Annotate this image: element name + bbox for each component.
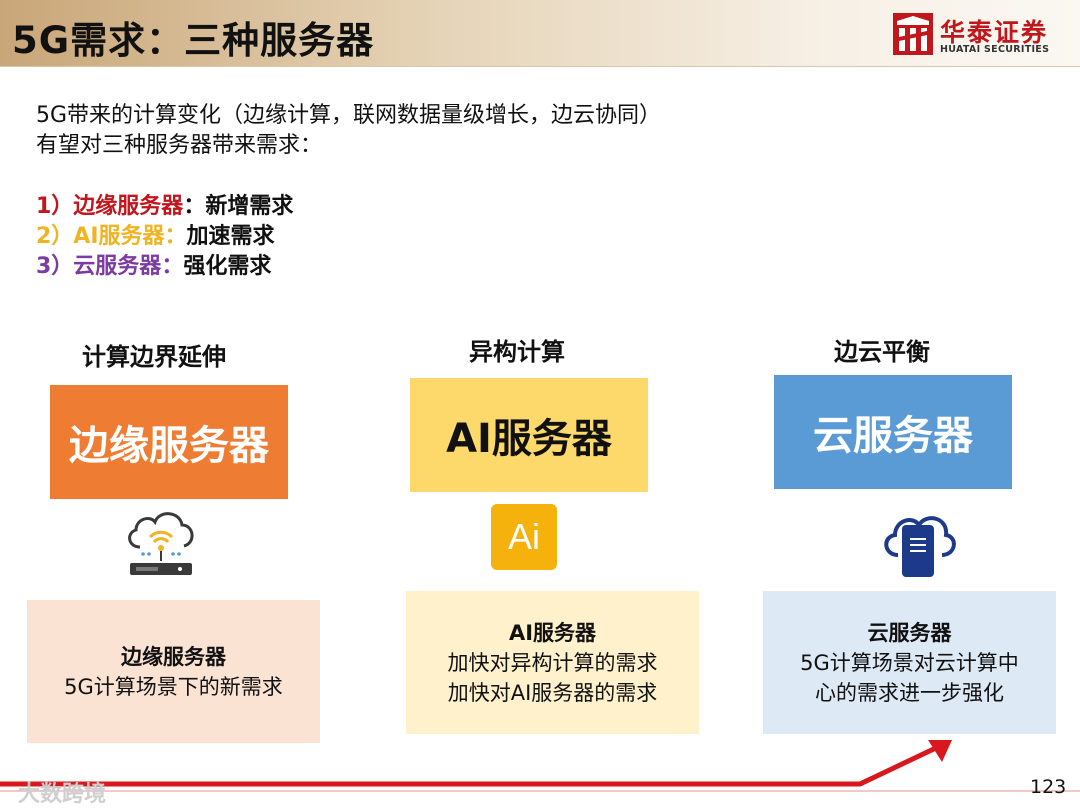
list-item-desc: 新增需求 bbox=[205, 194, 294, 219]
column-heading-heterogeneous: 异构计算 bbox=[469, 338, 565, 366]
edge-server-card: 边缘服务器 5G计算场景下的新需求 bbox=[27, 600, 320, 743]
intro-line-2: 有望对三种服务器带来需求： bbox=[36, 133, 323, 158]
ai-chip-icon: Ai bbox=[491, 504, 557, 570]
list-item: 2）AI服务器：加速需求 bbox=[36, 222, 293, 252]
list-item-label: 2）AI服务器 bbox=[36, 224, 165, 249]
card-line: 心的需求进一步强化 bbox=[815, 680, 1004, 705]
list-item-sep: ： bbox=[161, 254, 184, 279]
card-line: 5G计算场景下的新需求 bbox=[64, 674, 283, 699]
card-title: 云服务器 bbox=[867, 620, 952, 645]
cloud-wifi-server-icon bbox=[128, 512, 194, 575]
list-item-sep: ： bbox=[183, 194, 206, 219]
huatai-logo: 华泰证券 HUATAI SECURITIES bbox=[893, 13, 1063, 57]
header-bar: 5G需求：三种服务器 华泰证券 HUATAI SECURITIES bbox=[0, 0, 1080, 67]
watermark: 大数跨境 bbox=[18, 782, 107, 807]
card-title: AI服务器 bbox=[508, 620, 597, 645]
list-item-sep: ： bbox=[164, 224, 187, 249]
list-item: 1）边缘服务器：新增需求 bbox=[36, 192, 293, 222]
list-item-desc: 强化需求 bbox=[183, 254, 272, 279]
huatai-logo-mark-icon bbox=[893, 13, 933, 55]
card-line: 加快对异构计算的需求 bbox=[447, 650, 658, 675]
list-item: 3）云服务器：强化需求 bbox=[36, 252, 293, 282]
ai-server-box: AI服务器 bbox=[410, 378, 648, 492]
list-item-label: 1）边缘服务器 bbox=[36, 194, 184, 219]
card-line: 加快对AI服务器的需求 bbox=[447, 680, 658, 705]
edge-server-box: 边缘服务器 bbox=[50, 385, 288, 499]
list-item-label: 3）云服务器 bbox=[36, 254, 162, 279]
cloud-server-box: 云服务器 bbox=[774, 375, 1012, 489]
card-title: 边缘服务器 bbox=[121, 644, 226, 669]
cloud-server-card: 云服务器 5G计算场景对云计算中 心的需求进一步强化 bbox=[763, 591, 1056, 734]
ai-icon-text: Ai bbox=[507, 516, 540, 557]
logo-english-text: HUATAI SECURITIES bbox=[940, 44, 1050, 55]
trend-arrow-icon bbox=[0, 740, 1080, 792]
column-heading-edge: 计算边界延伸 bbox=[82, 343, 226, 371]
intro-text: 5G带来的计算变化（边缘计算，联网数据量级增长，边云协同） 有望对三种服务器带来… bbox=[36, 101, 661, 161]
card-line: 5G计算场景对云计算中 bbox=[800, 650, 1019, 675]
list-item-desc: 加速需求 bbox=[186, 224, 275, 249]
ai-server-card: AI服务器 加快对异构计算的需求 加快对AI服务器的需求 bbox=[406, 591, 699, 734]
demand-list: 1）边缘服务器：新增需求 2）AI服务器：加速需求 3）云服务器：强化需求 bbox=[36, 192, 293, 282]
cloud-server-icon bbox=[884, 516, 956, 577]
page-number: 123 bbox=[1030, 776, 1067, 798]
column-heading-edge-cloud: 边云平衡 bbox=[834, 338, 930, 366]
page-title: 5G需求：三种服务器 bbox=[12, 19, 375, 62]
intro-line-1: 5G带来的计算变化（边缘计算，联网数据量级增长，边云协同） bbox=[36, 103, 662, 128]
